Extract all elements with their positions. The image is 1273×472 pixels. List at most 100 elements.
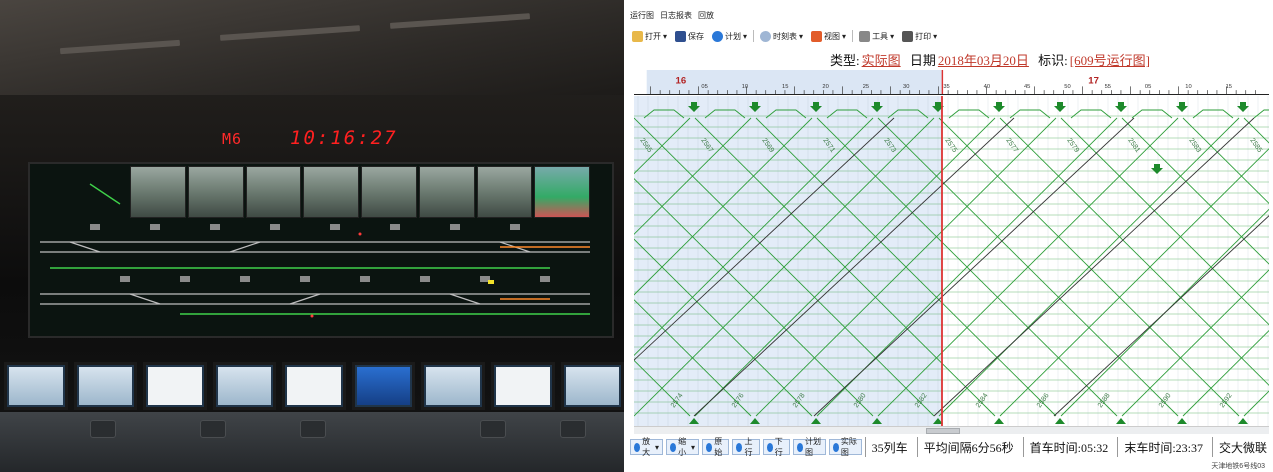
train-number-label: 2590 bbox=[1158, 392, 1173, 409]
actual-diagram-icon bbox=[832, 442, 839, 452]
cctv-feed bbox=[303, 166, 359, 218]
zoom-out-icon bbox=[670, 442, 677, 452]
train-graph-chart[interactable]: 2565 2567 2569 2571 2573 2575 2577 2579 2581 2583… bbox=[634, 96, 1269, 426]
menu-item-playback[interactable]: 回放 bbox=[698, 10, 714, 24]
up-train-path bbox=[1121, 269, 1269, 417]
average-interval: 平均间隔6分56秒 bbox=[916, 437, 1020, 457]
menu-bar: 运行图 日志报表 回放 bbox=[630, 10, 714, 24]
down-arrow-icon bbox=[1176, 102, 1188, 112]
zoom-out-button[interactable]: 缩小 ▾ bbox=[666, 437, 700, 457]
zoom-in-button[interactable]: 放大 ▾ bbox=[630, 437, 664, 457]
turnaround-marker bbox=[948, 109, 990, 119]
workstation-monitor bbox=[73, 362, 138, 410]
menu-item-reports[interactable]: 日志报表 bbox=[660, 10, 692, 24]
down-arrow-icon bbox=[993, 102, 1005, 112]
cctv-feed bbox=[418, 166, 475, 218]
train-number-label: 2592 bbox=[1219, 392, 1234, 409]
arrow-up-icon bbox=[736, 442, 743, 452]
train-number-label: 2584 bbox=[975, 392, 990, 409]
desk-phone bbox=[200, 420, 226, 438]
print-button[interactable]: 打印 ▾ bbox=[900, 30, 939, 42]
desk-phone bbox=[560, 420, 586, 438]
up-triangle-icon bbox=[1055, 418, 1065, 424]
workstation-monitor bbox=[351, 362, 416, 410]
reset-icon bbox=[706, 442, 713, 452]
timetable-button[interactable]: 时刻表 ▾ bbox=[758, 30, 805, 42]
toolbar-separator bbox=[852, 30, 854, 42]
down-train-path bbox=[1121, 117, 1269, 265]
time-ruler: 16 17 05 10 15 20 25 30 35 40 45 50 55 05 10 15 bbox=[634, 70, 1269, 95]
scroll-thumb[interactable] bbox=[926, 428, 960, 434]
turnaround-marker bbox=[1253, 109, 1269, 119]
ruler-hour-label: 17 bbox=[1088, 75, 1099, 86]
ruler-minute-label: 40 bbox=[984, 84, 990, 90]
clock-icon bbox=[760, 30, 772, 42]
train-count: 35列车 bbox=[864, 437, 914, 457]
ruler-minute-label: 15 bbox=[782, 84, 788, 90]
desk-phone bbox=[480, 420, 506, 438]
up-triangle-icon bbox=[994, 418, 1004, 424]
type-label: 类型: bbox=[830, 53, 860, 68]
ruler-minute-label: 45 bbox=[1024, 84, 1030, 90]
ceiling bbox=[0, 0, 624, 95]
arrow-down-icon bbox=[766, 442, 773, 452]
down-train-path bbox=[1060, 117, 1269, 326]
view-button[interactable]: 视图 ▾ bbox=[809, 30, 848, 42]
up-train-path bbox=[1060, 208, 1269, 417]
cctv-feed bbox=[361, 166, 417, 218]
ruler-minute-label: 10 bbox=[1185, 84, 1191, 90]
bottom-bar: 放大 ▾ 缩小 ▾ 原始 上行 下行 计划图 实际图 35列车 平均间隔6分56… bbox=[630, 436, 1273, 458]
cctv-feed bbox=[245, 166, 302, 218]
first-train-time: 首车时间:05:32 bbox=[1022, 437, 1115, 457]
id-label: 标识: bbox=[1038, 53, 1068, 68]
plan-button[interactable]: 计划 ▾ bbox=[710, 30, 749, 42]
ruler-minute-label: 05 bbox=[701, 84, 707, 90]
workstation-monitor bbox=[4, 362, 68, 410]
menu-item-diagram[interactable]: 运行图 bbox=[630, 10, 654, 24]
open-button[interactable]: 打开 ▾ bbox=[630, 30, 669, 42]
desk-phone bbox=[90, 420, 116, 438]
up-train-path bbox=[1243, 390, 1269, 417]
id-value: [609号运行图] bbox=[1069, 53, 1150, 68]
zoom-in-icon bbox=[634, 442, 641, 452]
train-number-label: 2585 bbox=[1248, 137, 1263, 154]
up-triangle-icon bbox=[1238, 418, 1248, 424]
train-number-label: 2577 bbox=[1004, 137, 1019, 154]
ruler-minute-label: 25 bbox=[863, 84, 869, 90]
down-train-path bbox=[1182, 117, 1269, 205]
control-room-photo: M6 10:16:27 bbox=[0, 0, 624, 472]
tools-button[interactable]: 工具 ▾ bbox=[857, 30, 896, 42]
station-code-display: M6 bbox=[222, 130, 243, 148]
cctv-feed bbox=[187, 166, 244, 218]
workstation-monitor bbox=[212, 362, 277, 410]
reset-zoom-button[interactable]: 原始 bbox=[702, 437, 730, 457]
date-label: 日期 bbox=[909, 53, 936, 68]
type-value: 实际图 bbox=[861, 53, 901, 68]
tools-icon bbox=[859, 30, 871, 42]
workstation-monitor bbox=[490, 362, 555, 410]
ruler-minute-label: 30 bbox=[903, 84, 909, 90]
turnaround-marker bbox=[1192, 109, 1234, 119]
save-button[interactable]: 保存 bbox=[673, 30, 706, 42]
train-number-label: 2581 bbox=[1126, 137, 1141, 154]
down-direction-button[interactable]: 下行 bbox=[762, 437, 790, 457]
ceiling-vent bbox=[59, 39, 181, 55]
ruler-minute-label: 35 bbox=[943, 84, 949, 90]
plan-diagram-button[interactable]: 计划图 bbox=[792, 437, 826, 457]
screenshot-root: M6 10:16:27 运行图 日志报表 回放 打开 ▾ 保存 计划 ▾ 时刻表… bbox=[0, 0, 1273, 472]
cctv-feed bbox=[130, 166, 186, 218]
footer-note: 天津地铁6号线03 bbox=[1211, 463, 1265, 470]
horizontal-scrollbar[interactable] bbox=[634, 426, 1269, 434]
train-number-label: 2575 bbox=[943, 137, 958, 154]
turnaround-marker bbox=[1070, 109, 1112, 119]
digital-clock: 10:16:27 bbox=[290, 127, 398, 149]
organization-label: 交大微联 bbox=[1211, 437, 1273, 457]
desk-phone bbox=[300, 420, 326, 438]
actual-diagram-button[interactable]: 实际图 bbox=[828, 437, 862, 457]
ruler-minute-label: 20 bbox=[822, 84, 828, 90]
up-direction-button[interactable]: 上行 bbox=[732, 437, 760, 457]
folder-icon bbox=[632, 30, 643, 42]
ruler-minute-label: 10 bbox=[742, 84, 748, 90]
ruler-minute-label: 50 bbox=[1064, 84, 1070, 90]
cctv-feed bbox=[534, 166, 590, 218]
